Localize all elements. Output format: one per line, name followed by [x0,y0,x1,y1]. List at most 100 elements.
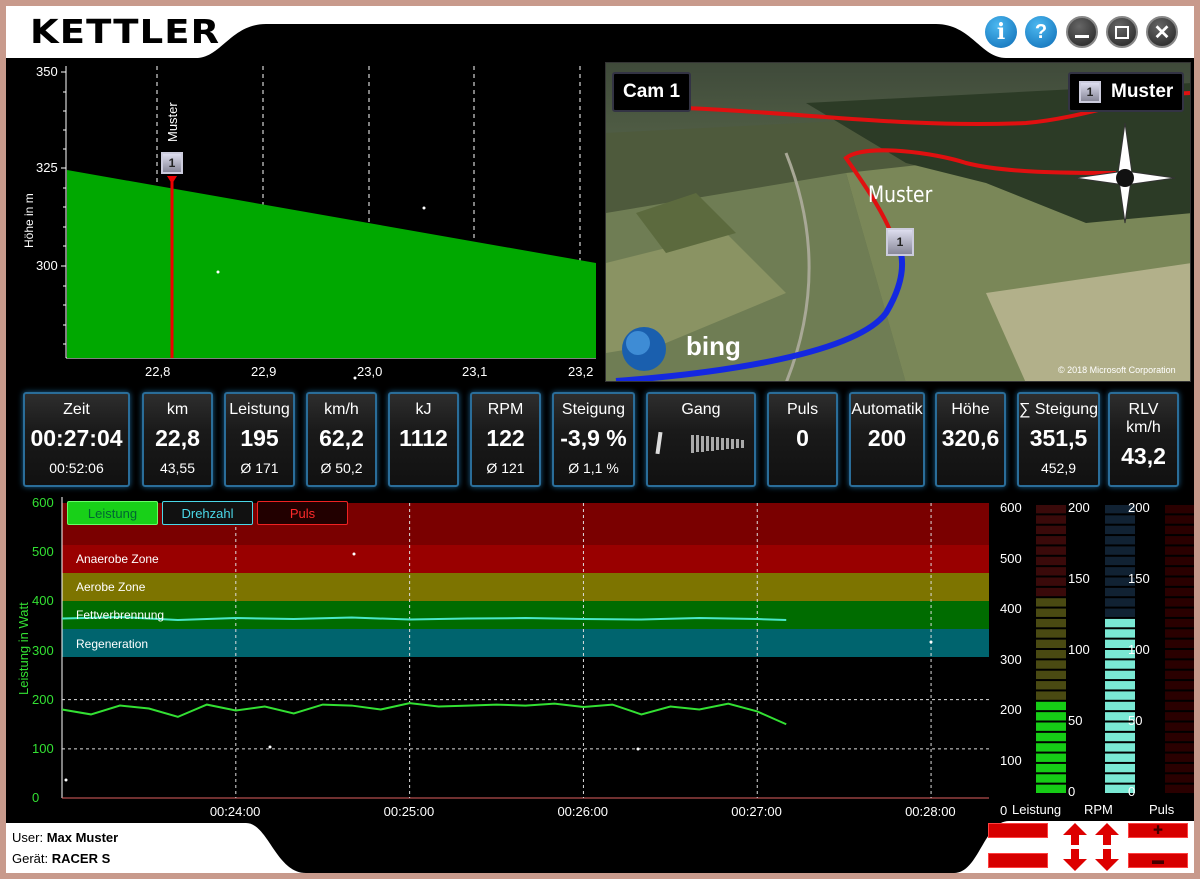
user-name: Max Muster [46,830,119,845]
meter-rpm-segment [1105,743,1135,752]
resistance-up-down-icon[interactable] [1060,823,1090,871]
meter-leistung-segment [1036,681,1066,690]
minimize-icon [1075,34,1089,38]
meter-rpm-tick: 200 [1068,500,1090,515]
stat-value: 200 [867,425,907,451]
zone-regen-label: Regeneration [76,637,149,651]
maximize-button[interactable] [1106,16,1138,48]
meter-puls-segment [1165,701,1194,711]
incline-up-down-icon[interactable] [1092,823,1122,871]
stat-rpm: RPM 122 Ø 121 [470,392,541,487]
meter-puls-segment [1165,515,1194,524]
map-rider-marker[interactable]: 1 [886,228,914,256]
stat-label: RPM [487,401,524,418]
plus-icon: ✚ [1152,823,1164,837]
stat-puls: Puls 0 [767,392,838,487]
legend-puls-button[interactable]: Puls [257,501,348,525]
meter-puls-segment [1165,784,1194,793]
elev-rider-marker[interactable]: 1 [161,152,183,174]
chart-ylabel: Leistung in Watt [16,602,31,695]
legend-leistung-button[interactable]: Leistung [67,501,158,525]
info-icon: i [996,19,1006,45]
elev-xtick: 23,0 [357,364,383,379]
stat-label: Leistung [229,401,290,418]
meter-leistung-segment [1036,567,1066,576]
stat-value: 43,2 [1121,443,1166,469]
minus-button[interactable]: ▬ [1128,853,1188,868]
meter-leistung-tick: 100 [1000,752,1022,768]
meter-puls-segment [1165,691,1194,700]
elevation-profile: 350 325 300 Höhe in m 22,8 22,9 23,0 23,… [6,58,604,390]
meter-puls-segment [1165,536,1194,545]
rider-number: 1 [1079,81,1101,103]
series-leistung-line [61,702,787,726]
meter-rpm-segment [1105,598,1135,607]
meter-leistung-segment [1036,743,1066,752]
meter-puls-segment [1165,722,1194,731]
elev-ytick: 300 [36,258,58,273]
meter-rpm-segment [1105,525,1135,535]
meter-puls-segment [1165,774,1194,783]
close-button[interactable]: ✕ [1146,16,1178,48]
legend-drehzahl-button[interactable]: Drehzahl [162,501,253,525]
meter-rpm-segment [1105,629,1135,638]
gear-down-button[interactable] [988,853,1048,868]
meter-rpm-segment [1105,608,1135,617]
meter-leistung-segment [1036,722,1066,731]
meter-rpm-segment [1105,774,1135,783]
elev-xtick: 23,2 [568,364,594,379]
meter-leistung-segment [1036,546,1066,555]
info-button[interactable]: i [985,16,1017,48]
stat-kj: kJ 1112 [388,392,459,487]
zone-anaerob-label: Anaerobe Zone [76,552,159,566]
bing-logo: bing [686,331,741,361]
kettler-logo: KETTLER [30,12,221,51]
stat-sub: Ø 1,1 % [568,460,619,476]
close-icon: ✕ [1153,21,1171,44]
map-rider-label: Muster [868,183,933,208]
meter-leistung-segment [1036,629,1066,638]
meter-puls-segment [1165,567,1194,576]
meter-puls-tick: 100 [1128,642,1150,657]
stat-zeit: Zeit 00:27:04 00:52:06 [23,392,130,487]
stat-km: km 22,8 43,55 [142,392,213,487]
stat-value: 351,5 [1029,425,1088,451]
device-name: RACER S [51,851,111,866]
stat-label: Automatik [851,401,923,418]
cam-button[interactable]: Cam 1 [612,72,692,112]
meter-leistung-segment [1036,608,1066,617]
chart-ytick: 500 [32,544,54,560]
minimize-button[interactable] [1066,16,1098,48]
meter-puls-segment [1165,629,1194,638]
zone-aerob [62,573,989,601]
stat-hoehe: Höhe 320,6 [935,392,1006,487]
stat-value: 62,2 [319,425,364,451]
elev-ylabel: Höhe in m [22,193,36,248]
help-icon: ? [1034,20,1048,43]
meter-puls-segment [1165,670,1194,680]
stat-value: 195 [240,425,279,451]
meter-leistung-segment [1036,587,1066,597]
stat-kmh: km/h 62,2 Ø 50,2 [306,392,377,487]
map-3d-view[interactable]: Cam 1 1 Muster Muster 1 bing © 2018 Micr… [605,62,1191,382]
plus-button[interactable]: ✚ [1128,823,1188,838]
rider-label-box[interactable]: 1 Muster [1068,72,1185,112]
chart-ytick: 0 [32,790,40,805]
stat-automatik[interactable]: Automatik 200 [849,392,925,487]
stat-label: km/h [324,401,359,418]
help-button[interactable]: ? [1025,16,1057,48]
stat-value: 22,8 [155,425,200,451]
zone-anaerob [62,545,989,573]
gear-up-button[interactable] [988,823,1048,838]
meter-leistung-segment [1036,784,1066,793]
performance-chart: Leistung Drehzahl Puls Anaerobe Zone Aer… [6,491,996,823]
meter-leistung-tick: 200 [1000,702,1022,717]
chart-ytick: 400 [32,593,54,609]
globe-icon [622,327,666,371]
stat-label: Höhe [951,401,990,418]
meter-rpm-segment [1105,763,1135,773]
meter-rpm-tick: 150 [1068,571,1090,586]
meter-rpm-segment [1105,701,1135,711]
meter-rpm-segment [1105,681,1135,690]
device-row: Gerät: RACER S [12,851,110,866]
